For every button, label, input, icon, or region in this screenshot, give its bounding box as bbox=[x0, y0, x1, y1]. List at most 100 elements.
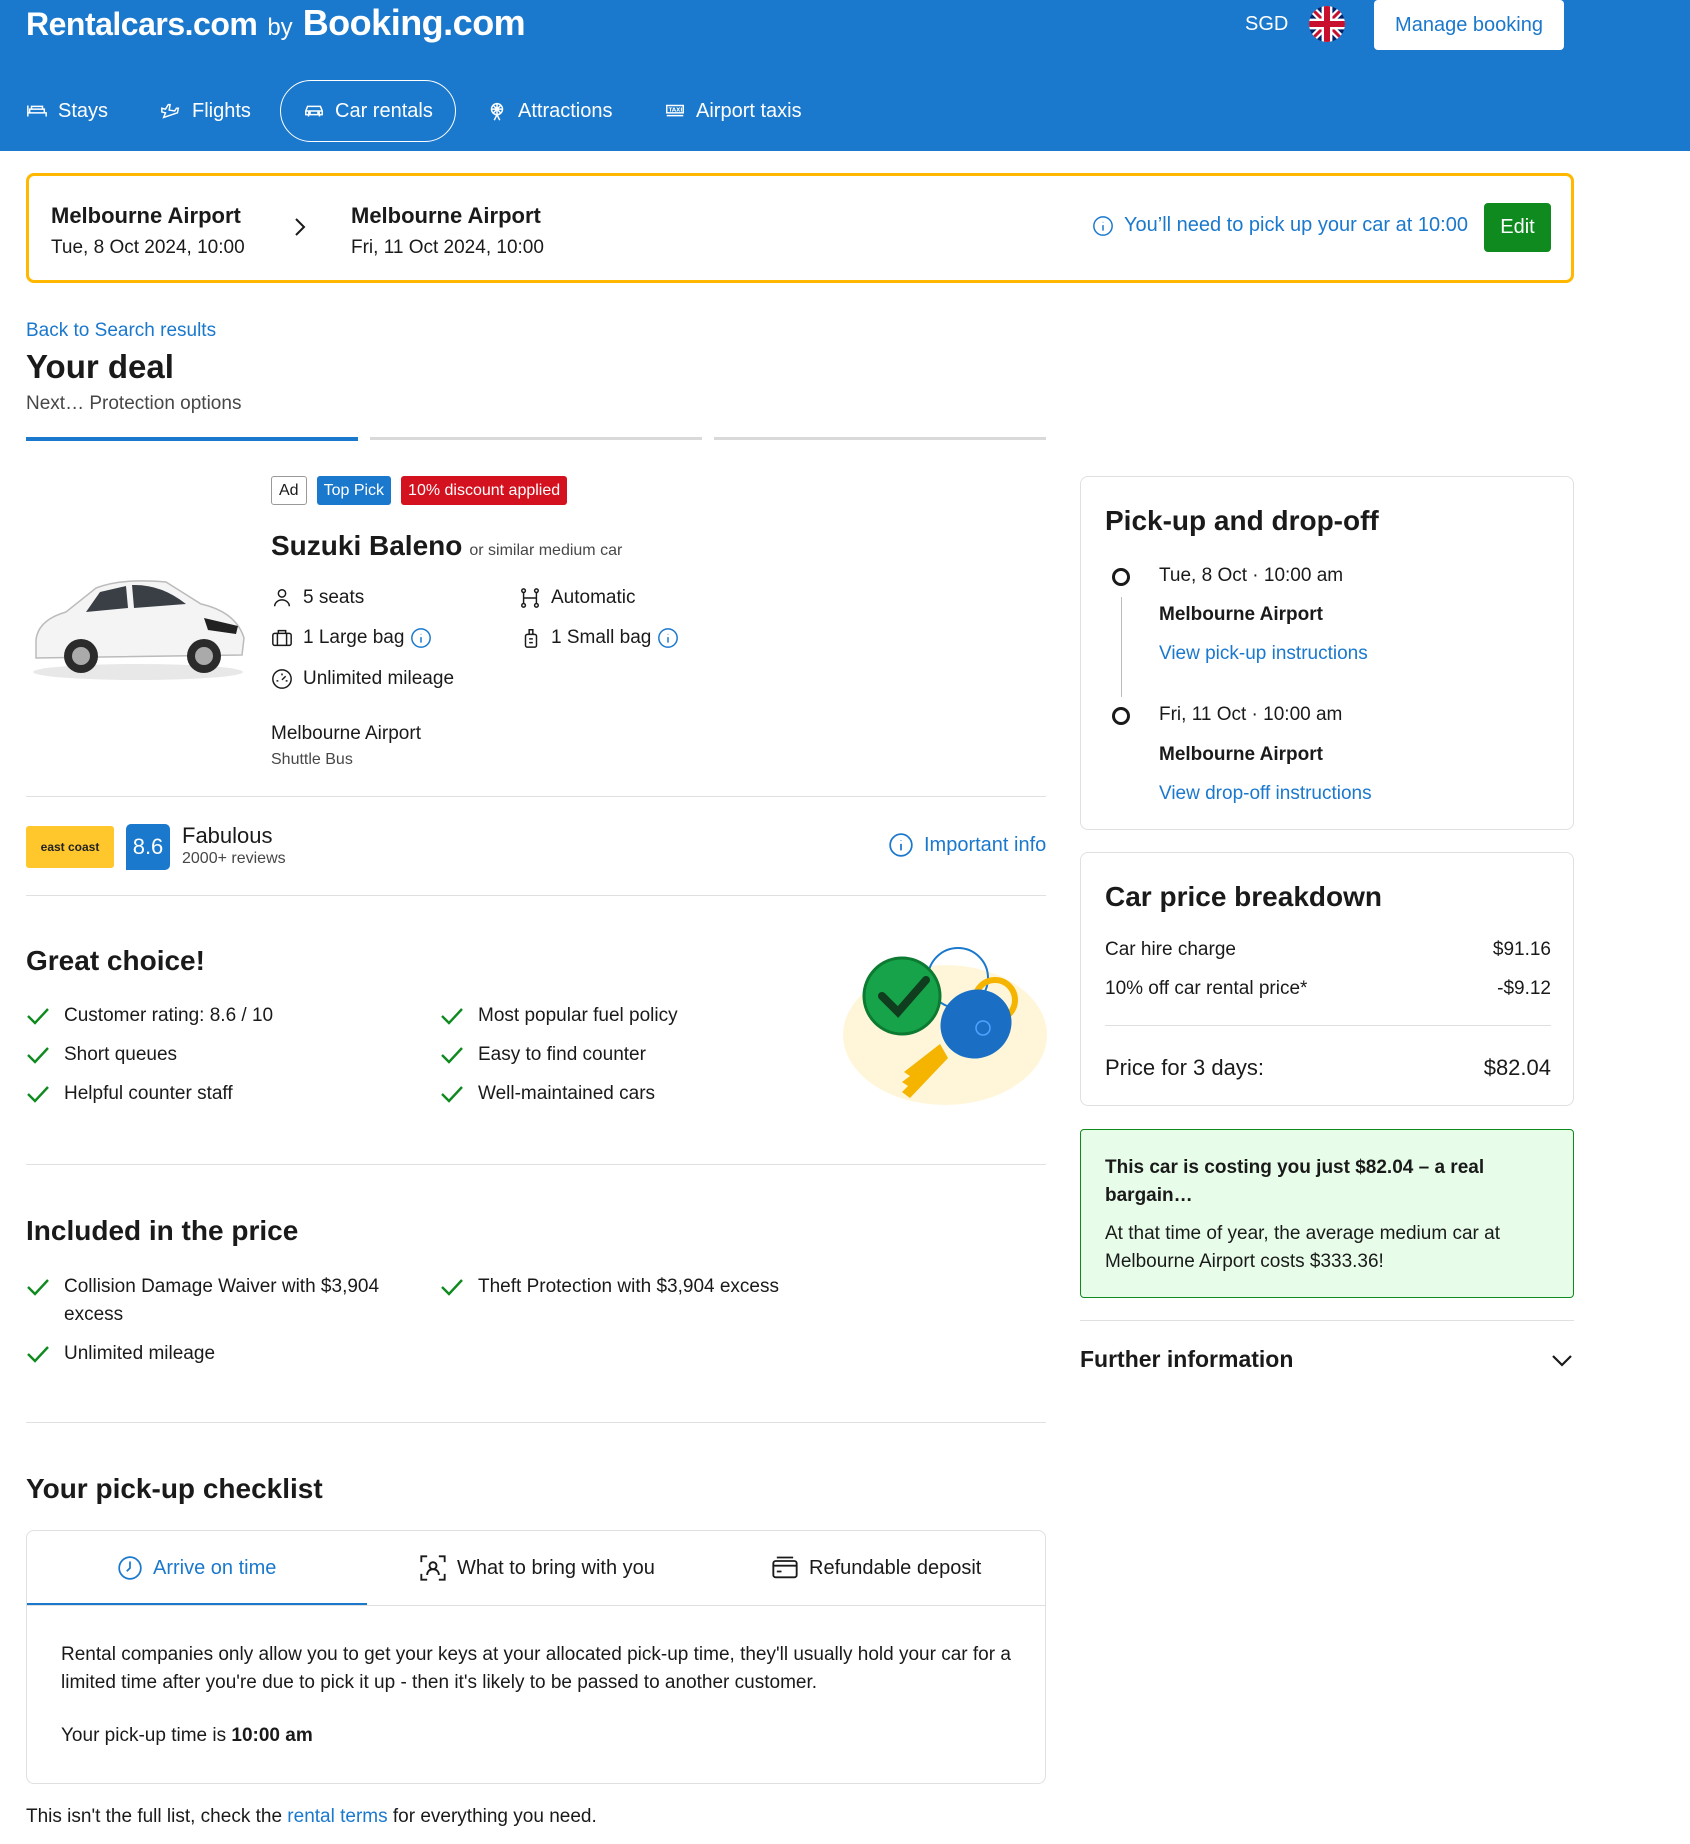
footer-suffix: for everything you need. bbox=[387, 1806, 597, 1827]
chevron-right-icon bbox=[295, 218, 306, 236]
card-icon bbox=[772, 1556, 798, 1579]
progress-step-2 bbox=[370, 437, 702, 440]
view-pickup-instructions-link[interactable]: View pick-up instructions bbox=[1159, 643, 1368, 665]
spec-transmission: Automatic bbox=[519, 587, 635, 609]
nav-attractions[interactable]: Attractions bbox=[486, 80, 612, 142]
page-title: Your deal bbox=[26, 348, 174, 385]
spec-mileage-label: Unlimited mileage bbox=[303, 668, 455, 689]
tab-content-text: Rental companies only allow you to get y… bbox=[61, 1644, 1011, 1693]
view-dropoff-instructions-link[interactable]: View drop-off instructions bbox=[1159, 783, 1372, 805]
tab-what-to-bring-label: What to bring with you bbox=[457, 1556, 655, 1579]
small-bag-icon bbox=[524, 629, 538, 648]
tab-divider bbox=[27, 1605, 1045, 1606]
gearbox-icon bbox=[521, 588, 539, 608]
divider bbox=[26, 1422, 1046, 1423]
nav-car-rentals-label: Car rentals bbox=[335, 99, 433, 122]
included-item: Unlimited mileage bbox=[26, 1340, 215, 1368]
supplier-logo-text: east coast bbox=[40, 840, 100, 854]
feature-text: Customer rating: 8.6 / 10 bbox=[64, 1005, 274, 1026]
check-icon bbox=[27, 1008, 49, 1025]
included-text: Theft Protection with $3,904 excess bbox=[478, 1276, 779, 1297]
edit-search-button[interactable]: Edit bbox=[1484, 203, 1551, 252]
info-icon bbox=[1093, 215, 1113, 236]
top-pick-badge: Top Pick bbox=[316, 476, 392, 505]
tab-what-to-bring[interactable]: What to bring with you bbox=[419, 1531, 655, 1605]
nav-car-rentals[interactable]: Car rentals bbox=[280, 80, 456, 142]
manage-booking-button[interactable]: Manage booking bbox=[1374, 0, 1564, 50]
deal-badges: Ad Top Pick 10% discount applied bbox=[271, 476, 568, 505]
check-icon bbox=[27, 1279, 49, 1296]
brand-rentalcars: Rentalcars.com bbox=[26, 6, 258, 42]
feature-item: Most popular fuel policy bbox=[440, 1002, 678, 1030]
info-icon bbox=[889, 833, 913, 857]
tab-arrive-on-time[interactable]: Arrive on time bbox=[117, 1531, 276, 1605]
nav-stays[interactable]: Stays bbox=[26, 80, 108, 142]
main-nav: Stays Flights Car rentals Attractions TA… bbox=[0, 80, 1000, 142]
hire-charge-row: Car hire charge $91.16 bbox=[1105, 939, 1551, 961]
plane-icon bbox=[161, 103, 180, 119]
speedometer-icon bbox=[272, 669, 292, 689]
check-icon bbox=[441, 1279, 463, 1296]
checklist-tabs: Arrive on time What to bring with you Re… bbox=[26, 1530, 1046, 1784]
search-summary: Melbourne Airport Tue, 8 Oct 2024, 10:00… bbox=[26, 173, 1574, 283]
bed-icon bbox=[27, 105, 47, 117]
great-choice-title: Great choice! bbox=[26, 945, 205, 976]
pickup-time-note-text: You’ll need to pick up your car at 10:00 bbox=[1124, 214, 1468, 236]
footer-prefix: This isn't the full list, check the bbox=[26, 1806, 288, 1827]
check-icon bbox=[27, 1086, 49, 1103]
further-information-toggle[interactable]: Further information bbox=[1080, 1346, 1574, 1373]
divider bbox=[26, 796, 1046, 797]
timeline-dot bbox=[1112, 568, 1130, 586]
rating-score: 8.6 bbox=[126, 824, 170, 870]
feature-item: Short queues bbox=[26, 1041, 177, 1069]
check-icon bbox=[441, 1008, 463, 1025]
id-scan-icon bbox=[420, 1555, 446, 1581]
pickup-datetime: Tue, 8 Oct 2024, 10:00 bbox=[51, 237, 245, 258]
uk-flag-icon[interactable] bbox=[1309, 6, 1345, 42]
car-title: Suzuki Baleno or similar medium car bbox=[271, 530, 622, 562]
car-image bbox=[33, 580, 245, 680]
bargain-title: This car is costing you just $82.04 – a … bbox=[1105, 1157, 1485, 1206]
tab-refundable-deposit[interactable]: Refundable deposit bbox=[771, 1531, 981, 1605]
checklist-title: Your pick-up checklist bbox=[26, 1473, 323, 1504]
included-text: Unlimited mileage bbox=[64, 1343, 216, 1364]
progress-step-1 bbox=[26, 437, 358, 441]
svg-text:TAXI: TAXI bbox=[669, 107, 683, 113]
back-to-results-link[interactable]: Back to Search results bbox=[26, 320, 216, 342]
ferris-wheel-icon bbox=[490, 102, 504, 121]
car-name: Suzuki Baleno bbox=[271, 530, 463, 561]
feature-item: Customer rating: 8.6 / 10 bbox=[26, 1002, 273, 1030]
clock-icon bbox=[118, 1556, 142, 1580]
dropoff-date: Fri, 11 Oct · 10:00 am bbox=[1159, 704, 1343, 725]
spec-small-bag-label: 1 Small bag bbox=[551, 627, 652, 648]
taxi-icon: TAXI bbox=[666, 104, 684, 117]
site-logo[interactable]: Rentalcars.com by Booking.com bbox=[26, 2, 526, 44]
price-divider bbox=[1105, 1025, 1551, 1026]
nav-stays-label: Stays bbox=[58, 99, 109, 122]
nav-flights-label: Flights bbox=[192, 99, 251, 122]
spec-mileage: Unlimited mileage bbox=[271, 668, 454, 690]
feature-item: Helpful counter staff bbox=[26, 1080, 233, 1108]
timeline-dot bbox=[1112, 707, 1130, 725]
discount-label: 10% off car rental price* bbox=[1105, 978, 1308, 999]
car-location-sub: Shuttle Bus bbox=[271, 751, 353, 768]
nav-flights[interactable]: Flights bbox=[160, 80, 251, 142]
car-similar-note: or similar medium car bbox=[469, 542, 623, 559]
important-info-link[interactable]: Important info bbox=[888, 832, 1046, 858]
divider bbox=[26, 1164, 1046, 1165]
nav-airport-taxis[interactable]: TAXI Airport taxis bbox=[664, 80, 802, 142]
feature-item: Easy to find counter bbox=[440, 1041, 646, 1069]
tab-arrive-label: Arrive on time bbox=[153, 1556, 277, 1579]
small-bag-info-icon[interactable] bbox=[657, 627, 679, 649]
currency-selector[interactable]: SGD bbox=[1245, 13, 1288, 36]
further-information-label: Further information bbox=[1080, 1346, 1294, 1372]
large-bag-info-icon[interactable] bbox=[410, 627, 432, 649]
pickup-dropoff-card: Pick-up and drop-off Tue, 8 Oct · 10:00 … bbox=[1080, 476, 1574, 830]
pickup-time-line: Your pick-up time is 10:00 am bbox=[61, 1725, 313, 1747]
feature-text: Well-maintained cars bbox=[478, 1083, 656, 1104]
rental-terms-link[interactable]: rental terms bbox=[287, 1806, 387, 1827]
pickup-time-value: 10:00 am bbox=[231, 1725, 313, 1746]
rental-terms-note: This isn't the full list, check the rent… bbox=[26, 1806, 597, 1828]
spec-seats: 5 seats bbox=[271, 587, 364, 609]
pickup-location: Melbourne Airport bbox=[51, 203, 241, 228]
